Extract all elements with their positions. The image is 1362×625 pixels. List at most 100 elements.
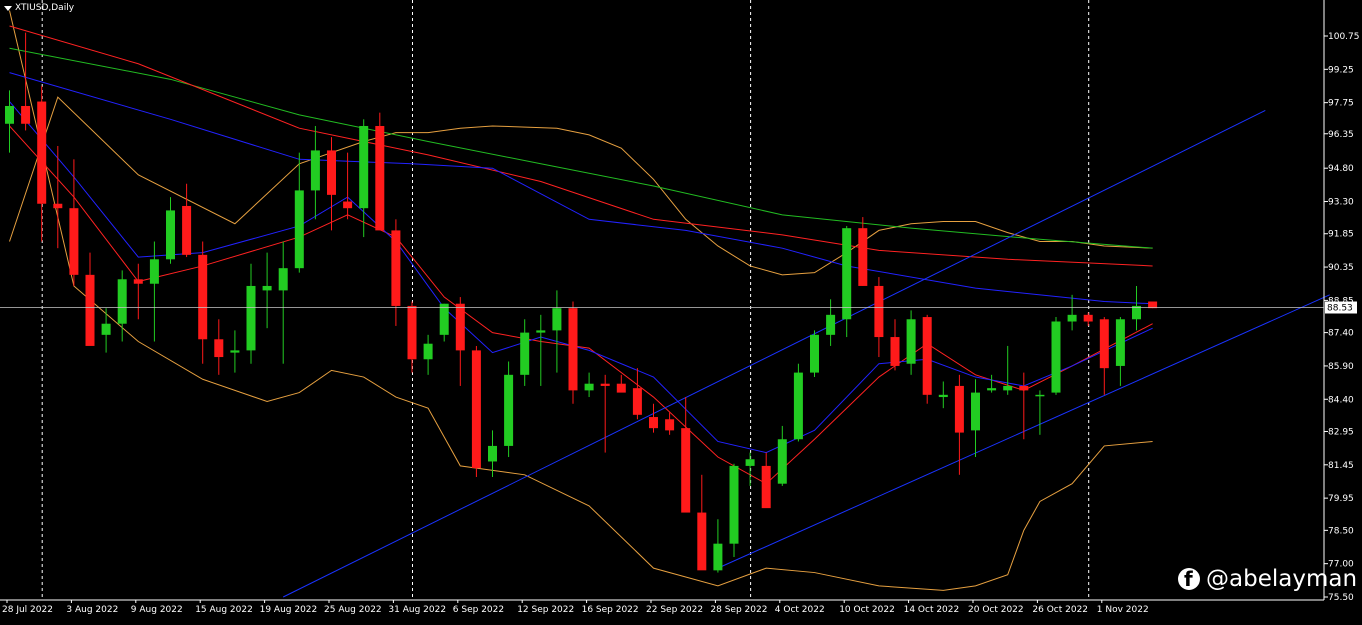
candle-body <box>858 228 868 286</box>
candle-body <box>552 308 562 331</box>
y-tick-label: 82.95 <box>1328 427 1354 437</box>
y-tick-label: 79.95 <box>1328 494 1354 504</box>
candle <box>922 314 932 404</box>
y-tick-label: 97.75 <box>1328 99 1354 109</box>
candle-body <box>632 388 642 415</box>
candle-body <box>423 343 433 360</box>
candle-body <box>455 303 465 351</box>
x-tick-label: 19 Aug 2022 <box>260 605 318 615</box>
candle-body <box>246 285 256 351</box>
candle-body <box>375 125 385 231</box>
candle-body <box>439 303 449 335</box>
y-tick-label: 93.30 <box>1328 198 1354 208</box>
candle <box>1051 317 1061 395</box>
candle-body <box>278 268 288 291</box>
candle-body <box>262 285 272 291</box>
candle <box>568 301 578 404</box>
candle-body <box>536 330 546 333</box>
candle-body <box>520 332 530 375</box>
candle-body <box>149 259 159 284</box>
y-tick-label: 85.90 <box>1328 362 1354 372</box>
x-tick-label: 12 Sep 2022 <box>517 605 574 615</box>
candle-body <box>810 334 819 373</box>
candle-body <box>777 439 787 484</box>
x-tick-label: 9 Aug 2022 <box>131 605 183 615</box>
x-tick-label: 16 Sep 2022 <box>582 605 639 615</box>
symbol-title[interactable]: XTIUSD,Daily <box>4 3 74 13</box>
x-tick-label: 31 Aug 2022 <box>388 605 446 615</box>
candle-body <box>391 230 401 306</box>
y-tick-label: 99.25 <box>1328 65 1354 75</box>
candle-body <box>310 150 320 191</box>
x-tick-label: 3 Aug 2022 <box>66 605 118 615</box>
y-tick-label: 81.45 <box>1328 461 1354 471</box>
candle-body <box>793 372 803 440</box>
candle-body <box>166 210 175 260</box>
y-tick-label: 94.80 <box>1328 164 1354 174</box>
candle-body <box>1083 314 1093 322</box>
candle-body <box>874 285 884 338</box>
candle-body <box>616 383 626 393</box>
y-tick-label: 90.35 <box>1328 263 1354 273</box>
candle-body <box>5 105 14 124</box>
candle-body <box>21 105 31 124</box>
candle <box>504 361 514 458</box>
candle-body <box>182 205 192 255</box>
candle-body <box>85 274 95 346</box>
candle-body <box>681 428 691 513</box>
candle-body <box>1051 321 1061 393</box>
watermark-text: @abelayman <box>1206 566 1358 592</box>
candle-body <box>504 374 514 446</box>
x-tick-label: 26 Oct 2022 <box>1032 605 1088 615</box>
x-tick-label: 28 Sep 2022 <box>710 605 767 615</box>
candle-body <box>101 323 111 335</box>
price-chart[interactable]: 100.75 99.25 97.75 96.35 94.80 93.30 91.85 90.3… <box>0 0 1362 621</box>
candle-body <box>665 419 675 431</box>
candle <box>810 330 819 378</box>
candle-body <box>294 190 304 269</box>
candle-body <box>214 339 224 358</box>
candle-body <box>133 279 143 284</box>
x-tick-label: 25 Aug 2022 <box>324 605 382 615</box>
candle-body <box>37 101 47 204</box>
candle-body <box>922 317 932 395</box>
x-tick-label: 15 Aug 2022 <box>195 605 253 615</box>
candle-body <box>745 459 755 466</box>
x-tick-label: 1 Nov 2022 <box>1097 605 1149 615</box>
y-tick-label: 96.35 <box>1328 130 1354 140</box>
candle <box>793 363 803 442</box>
x-tick-label: 14 Oct 2022 <box>904 605 960 615</box>
symbol-title-text: XTIUSD,Daily <box>15 3 75 13</box>
candle-body <box>471 350 481 469</box>
y-tick-label: 100.75 <box>1328 32 1360 42</box>
candle-body <box>729 465 739 544</box>
x-tick-label: 28 Jul 2022 <box>2 605 53 615</box>
candle-body <box>890 337 900 366</box>
candle-body <box>327 150 336 195</box>
facebook-icon <box>1178 567 1200 591</box>
y-tick-label: 91.85 <box>1328 230 1354 240</box>
x-tick-label: 20 Oct 2022 <box>968 605 1024 615</box>
candle-body <box>697 512 707 571</box>
candle <box>729 463 739 558</box>
candle-body <box>842 228 852 320</box>
candle-body <box>359 125 369 209</box>
candle-body <box>488 445 497 462</box>
dropdown-arrow-icon[interactable] <box>4 5 12 11</box>
candle-body <box>198 254 208 340</box>
candle-body <box>1035 394 1045 397</box>
candle-body <box>53 203 63 209</box>
y-tick-label: 84.40 <box>1328 395 1354 405</box>
candle-body <box>584 383 594 391</box>
chart-area[interactable]: 100.75 99.25 97.75 96.35 94.80 93.30 91.85 90.3… <box>0 0 1362 621</box>
candle-body <box>938 394 948 398</box>
candle-body <box>713 543 723 571</box>
candle-body <box>971 392 980 431</box>
candle-body <box>600 383 610 386</box>
candle-body <box>407 305 417 360</box>
y-tick-label: 75.50 <box>1328 593 1354 603</box>
candle-body <box>1132 305 1141 320</box>
candle-body <box>230 350 240 353</box>
candle-body <box>987 388 997 391</box>
candle-body <box>117 279 127 324</box>
